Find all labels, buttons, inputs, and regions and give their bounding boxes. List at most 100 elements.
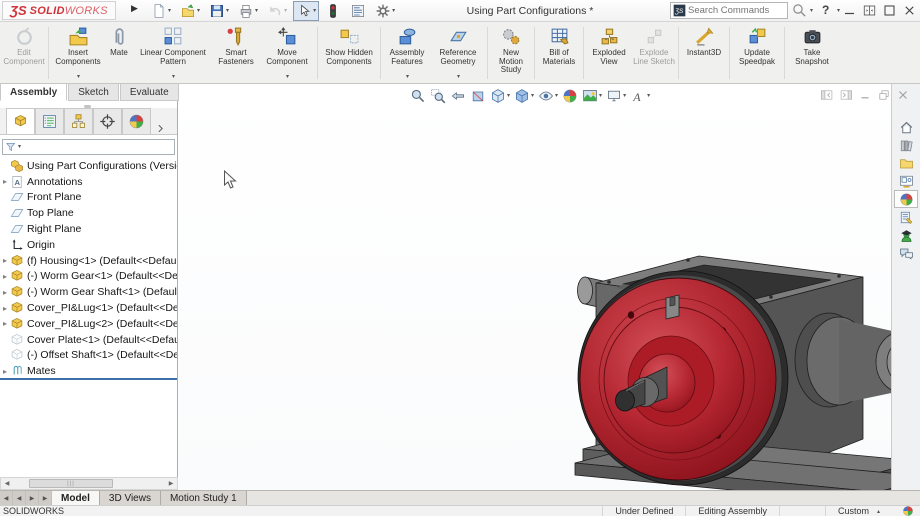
expand-arrow-icon[interactable]: ▸: [0, 288, 10, 297]
bill-of-materials-button[interactable]: Bill of Materials: [537, 23, 581, 83]
dropdown-caret[interactable]: ▾: [457, 74, 460, 80]
tree-item[interactable]: ▸ (f) Housing<1> (Default<<Default>_I: [0, 253, 177, 269]
explode-line-sketch-button[interactable]: Explode Line Sketch: [632, 23, 676, 83]
custom-properties-button[interactable]: [894, 208, 918, 226]
edit-appearance-button[interactable]: [562, 88, 578, 104]
help-dropdown-caret[interactable]: ▾: [837, 8, 840, 14]
bottom-tab-3d-views[interactable]: 3D Views: [99, 491, 161, 505]
panel-tabs-overflow-button[interactable]: [151, 123, 169, 134]
search-box[interactable]: ƷS: [670, 2, 788, 19]
tree-item[interactable]: Cover Plate<1> (Default<<Default>_I: [0, 332, 177, 348]
exploded-view-button[interactable]: Exploded View: [586, 23, 632, 83]
search-icon[interactable]: [792, 3, 807, 18]
panel-tab-propertymanager[interactable]: [35, 108, 64, 134]
dropdown-caret[interactable]: ▾: [406, 74, 409, 80]
bottom-tab-model[interactable]: Model: [52, 491, 100, 505]
dropdown-caret[interactable]: ▾: [623, 93, 626, 99]
tree-item-root[interactable]: Using Part Configurations (Version 2<Dis: [0, 158, 177, 174]
expand-arrow-icon[interactable]: ▸: [0, 177, 10, 186]
annotation-views-button[interactable]: A ▾: [630, 88, 650, 104]
dropdown-caret[interactable]: ▾: [226, 8, 229, 14]
model-key-tab[interactable]: [665, 294, 680, 320]
collapse-pane-right-button[interactable]: [839, 88, 853, 102]
file-explorer-button[interactable]: [894, 154, 918, 172]
tree-item[interactable]: (-) Offset Shaft<1> (Default<<Defaul: [0, 348, 177, 364]
dropdown-caret[interactable]: ▾: [168, 8, 171, 14]
dropdown-caret[interactable]: ▾: [599, 93, 602, 99]
prev-tab-button[interactable]: ◀: [13, 491, 26, 505]
dropdown-caret[interactable]: ▾: [531, 93, 534, 99]
rebuild-button[interactable]: [322, 1, 344, 21]
tree-item[interactable]: Origin: [0, 237, 177, 253]
print-button[interactable]: ▾: [235, 1, 261, 21]
tree-item[interactable]: Front Plane: [0, 190, 177, 206]
save-button[interactable]: ▾: [206, 1, 232, 21]
panel-tab-featuremanager[interactable]: [6, 108, 35, 134]
show-hidden-components-button[interactable]: Show Hidden Components: [320, 23, 378, 83]
model-worm-gearbox-assembly[interactable]: [571, 239, 891, 490]
expand-arrow-icon[interactable]: ▸: [0, 319, 10, 328]
scrollbar-thumb[interactable]: |||: [29, 479, 113, 488]
collapse-pane-left-button[interactable]: [820, 88, 834, 102]
file-properties-button[interactable]: [347, 1, 369, 21]
dropdown-caret[interactable]: ▾: [507, 93, 510, 99]
comments-button[interactable]: [894, 244, 918, 262]
select-cursor-button[interactable]: ▾: [293, 1, 320, 21]
apply-scene-button[interactable]: ▾: [582, 88, 602, 104]
first-tab-button[interactable]: ◀: [0, 491, 13, 505]
insert-components-button[interactable]: Insert Components ▾: [51, 23, 105, 83]
search-dropdown-caret[interactable]: ▾: [810, 8, 813, 14]
tree-item[interactable]: ▸ A Annotations: [0, 174, 177, 190]
reference-geometry-button[interactable]: Reference Geometry ▾: [431, 23, 485, 83]
smart-fasteners-button[interactable]: Smart Fasteners: [213, 23, 259, 83]
open-document-button[interactable]: ▾: [177, 1, 203, 21]
previous-view-button[interactable]: [450, 88, 466, 104]
assembly-features-button[interactable]: Assembly Features ▾: [383, 23, 431, 83]
dropdown-caret[interactable]: ▾: [647, 93, 650, 99]
bottom-tab-motion-study-1[interactable]: Motion Study 1: [160, 491, 247, 505]
dropdown-caret[interactable]: ▾: [313, 8, 316, 14]
tree-item[interactable]: ▸ Cover_PI&Lug<2> (Default<<Default: [0, 316, 177, 332]
dropdown-caret[interactable]: ▾: [197, 8, 200, 14]
search-input[interactable]: [688, 5, 787, 16]
expand-arrow-icon[interactable]: ▸: [0, 367, 10, 376]
panel-horizontal-scrollbar[interactable]: ◀ ||| ▶: [0, 477, 178, 490]
zoom-to-fit-button[interactable]: [410, 88, 426, 104]
expand-arrow-icon[interactable]: ▸: [0, 304, 10, 313]
dropdown-caret[interactable]: ▾: [286, 74, 289, 80]
instant3d-button[interactable]: Instant3D: [681, 23, 727, 83]
scroll-right-arrow[interactable]: ▶: [165, 478, 177, 489]
dropdown-caret[interactable]: ▾: [172, 74, 175, 80]
last-tab-button[interactable]: ▶: [39, 491, 52, 505]
graphics-viewport[interactable]: ▾ ▾ ▾ ▾ ▾ A ▾: [178, 84, 891, 490]
tab-assembly[interactable]: Assembly: [0, 84, 68, 101]
maximize-window-button[interactable]: [882, 3, 897, 18]
tab-evaluate[interactable]: Evaluate: [119, 84, 179, 101]
edit-component-button[interactable]: Edit Component: [2, 23, 46, 83]
view-settings-button[interactable]: ▾: [606, 88, 626, 104]
dropdown-caret[interactable]: ▾: [255, 8, 258, 14]
restore-window-button[interactable]: [862, 3, 877, 18]
tab-sketch[interactable]: Sketch: [68, 84, 119, 101]
take-snapshot-button[interactable]: Take Snapshot: [787, 23, 837, 83]
dropdown-caret[interactable]: ▾: [392, 8, 395, 14]
expand-arrow-icon[interactable]: ▸: [0, 272, 10, 281]
design-library-button[interactable]: [894, 136, 918, 154]
dropdown-caret[interactable]: ▾: [77, 74, 80, 80]
panel-tab-configurationmanager[interactable]: [64, 108, 93, 134]
section-view-button[interactable]: [470, 88, 486, 104]
tree-item[interactable]: ▸ Mates: [0, 363, 177, 379]
mate-button[interactable]: Mate: [105, 23, 133, 83]
minimize-document-button[interactable]: [858, 88, 872, 102]
panel-splitter-handle[interactable]: [84, 105, 91, 108]
display-style-button[interactable]: ▾: [514, 88, 534, 104]
status-field-custom[interactable]: Custom ▴: [824, 506, 892, 516]
move-component-button[interactable]: Move Component ▾: [259, 23, 315, 83]
model-red-cover[interactable]: [577, 270, 789, 486]
hide-show-items-button[interactable]: ▾: [538, 88, 558, 104]
options-button[interactable]: ▾: [372, 1, 398, 21]
tree-item[interactable]: Top Plane: [0, 205, 177, 221]
close-document-button[interactable]: [896, 88, 910, 102]
zoom-to-area-button[interactable]: [430, 88, 446, 104]
panel-tab-dimxpertmanager[interactable]: [93, 108, 122, 134]
